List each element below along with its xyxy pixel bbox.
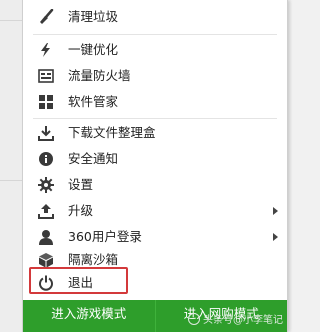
menu-item-security-notice[interactable]: 安全通知 <box>23 146 287 172</box>
menu-item-software-manager[interactable]: 软件管家 <box>23 89 287 115</box>
exit-highlight-box <box>29 267 128 294</box>
user-icon <box>37 228 55 246</box>
gear-icon <box>37 176 55 194</box>
enter-game-mode-button[interactable]: 进入游戏模式 <box>23 300 155 332</box>
menu-item-label: 安全通知 <box>68 151 119 166</box>
firewall-icon <box>37 67 55 85</box>
upgrade-icon <box>37 202 55 220</box>
menu-item-upgrade[interactable]: 升级 <box>23 198 287 224</box>
menu-item-label: 升级 <box>68 203 94 218</box>
watermark-text: 头条号@小李笔记 <box>203 315 283 326</box>
broom-icon <box>37 8 55 26</box>
menu-item-label: 一键优化 <box>68 42 119 57</box>
apps-grid-icon <box>37 93 55 111</box>
menu-item-label: 流量防火墙 <box>68 68 131 83</box>
menu-separator <box>33 118 277 119</box>
menu-item-label: 设置 <box>68 177 94 192</box>
menu-item-label: 清理垃圾 <box>68 9 119 24</box>
info-icon <box>37 150 55 168</box>
menu-item-clean-junk[interactable]: 清理垃圾 <box>23 4 287 30</box>
submenu-arrow-icon <box>273 233 278 241</box>
menu-item-download-organizer[interactable]: 下载文件整理盒 <box>23 120 287 146</box>
menu-separator <box>33 34 277 35</box>
watermark-logo-icon <box>188 312 200 325</box>
submenu-arrow-icon <box>273 207 278 215</box>
lightning-icon <box>37 41 55 59</box>
menu-item-label: 下载文件整理盒 <box>68 125 156 140</box>
menu-item-settings[interactable]: 设置 <box>23 172 287 198</box>
background-window-edge <box>0 0 22 332</box>
menu-item-traffic-firewall[interactable]: 流量防火墙 <box>23 63 287 89</box>
tray-context-menu: 清理垃圾 一键优化 流量防火墙 软件管家 下载文件整理盒 安全通知 设置 升级 … <box>22 0 288 332</box>
menu-item-label: 软件管家 <box>68 94 119 109</box>
watermark: 头条号@小李笔记 <box>188 311 283 326</box>
download-icon <box>37 124 55 142</box>
menu-item-one-click-optimize[interactable]: 一键优化 <box>23 37 287 63</box>
